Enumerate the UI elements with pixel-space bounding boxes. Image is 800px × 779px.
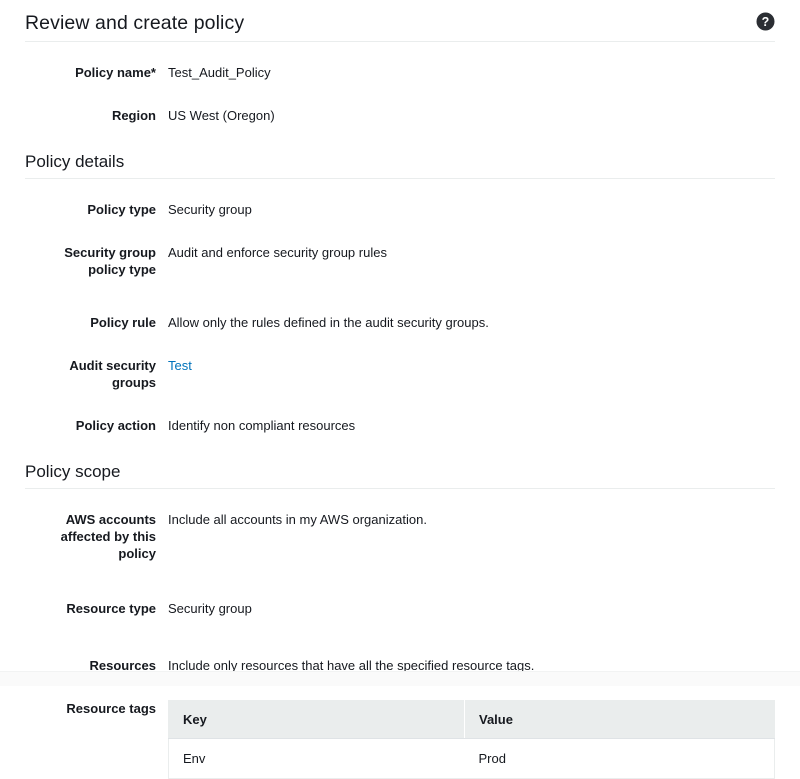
table-header-row: Key Value <box>168 700 775 739</box>
review-and-create-policy-page: Review and create policy ? Policy name* … <box>0 0 800 779</box>
cell-tag-key: Env <box>168 738 465 779</box>
header-divider <box>25 41 775 42</box>
resource-tags-table: Key Value Env Prod <box>168 700 775 779</box>
field-row-policy-type: Policy type Security group <box>0 201 800 218</box>
field-value-resource-type: Security group <box>168 601 252 616</box>
field-value-security-group-policy-type: Audit and enforce security group rules <box>168 245 387 260</box>
field-label-security-group-policy-type: Security group policy type <box>64 245 156 277</box>
field-label-resource-type: Resource type <box>66 601 156 616</box>
field-label-region: Region <box>111 108 156 123</box>
field-label-audit-security-groups: Audit security groups <box>69 358 156 390</box>
field-row-audit-security-groups: Audit security groups Test <box>0 357 800 391</box>
field-label-policy-name: Policy name* <box>75 65 156 80</box>
field-row-aws-accounts: AWS accounts affected by this policy Inc… <box>0 511 800 562</box>
field-value-policy-name: Test_Audit_Policy <box>168 65 271 80</box>
section-heading-policy-details: Policy details <box>25 152 125 171</box>
help-circle-icon[interactable]: ? <box>756 12 775 31</box>
summary-fields: Policy name* Test_Audit_Policy Region US… <box>0 64 800 124</box>
field-row-policy-action: Policy action Identify non compliant res… <box>0 417 800 434</box>
section-heading-policy-scope: Policy scope <box>25 462 121 481</box>
field-label-policy-action: Policy action <box>75 418 156 433</box>
page-title: Review and create policy <box>25 12 245 34</box>
field-row-policy-name: Policy name* Test_Audit_Policy <box>0 64 800 81</box>
field-label-policy-rule: Policy rule <box>90 315 156 330</box>
field-row-policy-rule: Policy rule Allow only the rules defined… <box>0 314 800 331</box>
policy-scope-fields: AWS accounts affected by this policy Inc… <box>0 511 800 779</box>
page-header: Review and create policy ? <box>0 0 800 34</box>
audit-security-group-link[interactable]: Test <box>168 358 192 373</box>
section-divider-policy-details <box>25 178 775 179</box>
footer-strip <box>0 671 800 686</box>
field-row-resource-tags: Resource tags Key Value Env Prod <box>0 700 800 779</box>
field-row-resource-type: Resource type Security group <box>0 600 800 617</box>
section-divider-policy-scope <box>25 488 775 489</box>
column-header-key: Key <box>168 700 465 739</box>
field-value-policy-action: Identify non compliant resources <box>168 418 356 433</box>
field-value-audit-security-groups: Test <box>168 357 775 374</box>
field-label-resource-tags: Resource tags <box>66 701 156 716</box>
field-row-region: Region US West (Oregon) <box>0 107 800 124</box>
column-header-value: Value <box>464 700 775 739</box>
field-label-policy-type: Policy type <box>87 202 156 217</box>
field-label-aws-accounts: AWS accounts affected by this policy <box>60 512 156 561</box>
svg-text:?: ? <box>762 15 770 29</box>
field-row-security-group-policy-type: Security group policy type Audit and enf… <box>0 244 800 278</box>
field-value-region: US West (Oregon) <box>168 108 275 123</box>
policy-details-fields: Policy type Security group Security grou… <box>0 201 800 434</box>
field-value-aws-accounts: Include all accounts in my AWS organizat… <box>168 512 427 527</box>
field-value-policy-rule: Allow only the rules defined in the audi… <box>168 315 489 330</box>
cell-tag-value: Prod <box>464 738 775 779</box>
field-value-policy-type: Security group <box>168 202 252 217</box>
table-row: Env Prod <box>168 738 775 779</box>
